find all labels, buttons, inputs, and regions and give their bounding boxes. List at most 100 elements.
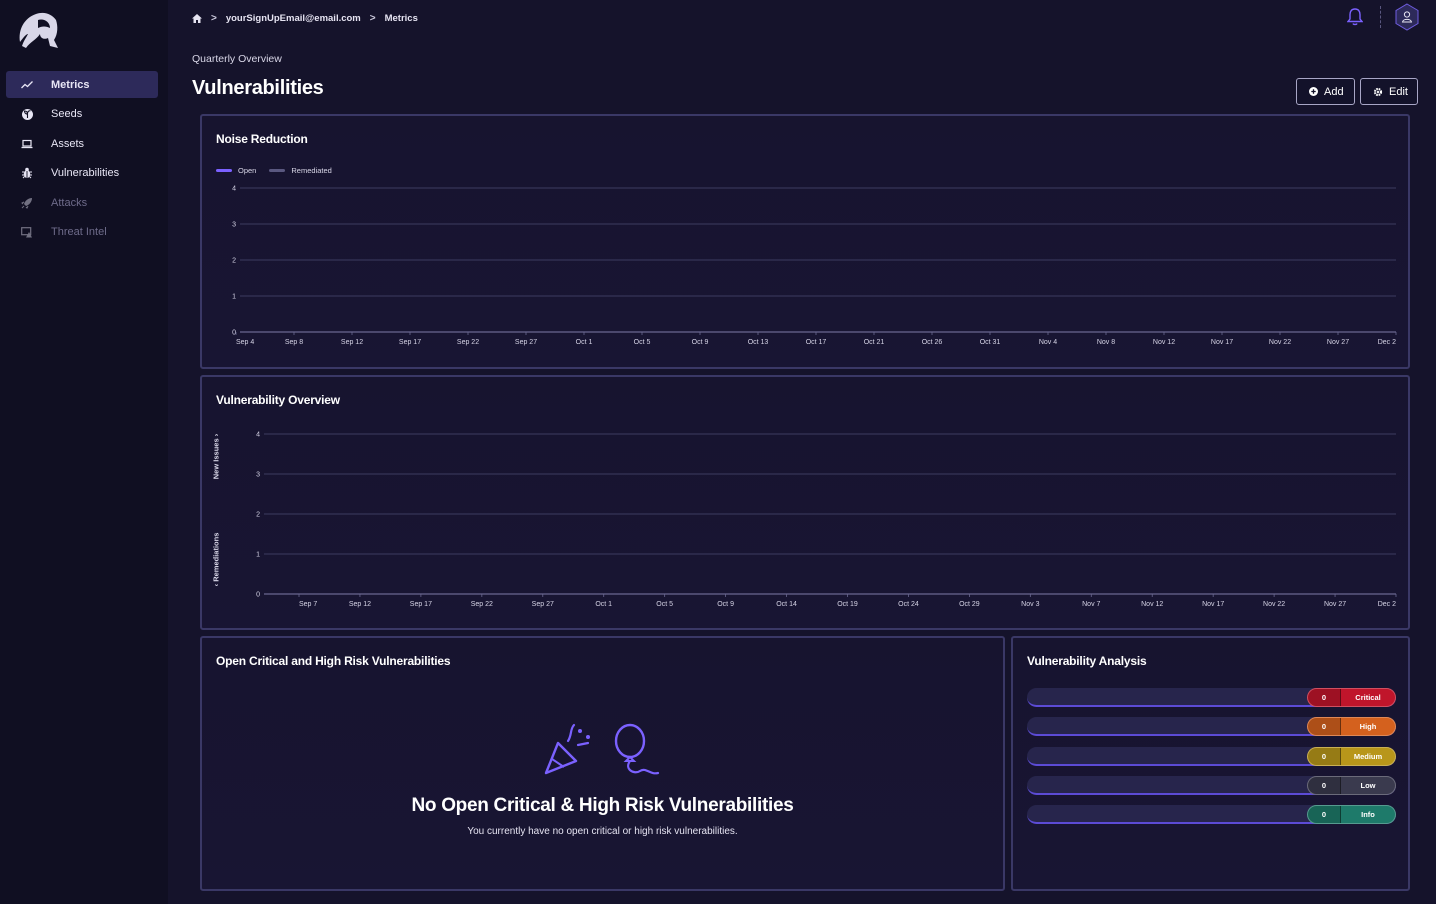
severity-badge: 0 Info bbox=[1307, 805, 1396, 825]
breadcrumb-separator: > bbox=[369, 12, 376, 24]
x-tick-label: Oct 14 bbox=[776, 601, 797, 608]
trend-line-icon bbox=[20, 78, 34, 92]
x-tick-label: Nov 12 bbox=[1141, 601, 1163, 608]
analysis-row-medium[interactable]: 0 Medium bbox=[1027, 746, 1396, 766]
celebration-icon bbox=[542, 723, 662, 783]
x-tick-label: Nov 12 bbox=[1153, 339, 1175, 346]
y-tick-label: 1 bbox=[256, 552, 260, 559]
sidebar-item-attacks[interactable]: Attacks bbox=[6, 189, 158, 216]
x-tick-label: Sep 17 bbox=[399, 339, 421, 346]
sidebar-item-label: Metrics bbox=[51, 78, 90, 91]
x-tick-label: Sep 7 bbox=[299, 601, 317, 608]
noise-reduction-chart: 0 1 2 3 4 Sep 4 Sep 8 Sep 12 Sep 17 Sep 22 Sep 27 O… bbox=[232, 186, 1397, 346]
x-tick-label: Sep 27 bbox=[515, 339, 537, 346]
laptop-icon bbox=[20, 137, 34, 151]
x-tick-label: Oct 24 bbox=[898, 601, 919, 608]
x-tick-label: Nov 27 bbox=[1324, 601, 1346, 608]
y-tick-label: 4 bbox=[256, 432, 260, 439]
analysis-row-high[interactable]: 0 High bbox=[1027, 717, 1396, 737]
open-critical-high-card: Open Critical and High Risk Vulnerabilit… bbox=[200, 636, 1005, 891]
empty-state-message: You currently have no open critical or h… bbox=[467, 826, 738, 837]
sidebar-item-label: Threat Intel bbox=[51, 226, 107, 238]
severity-label: Info bbox=[1361, 810, 1375, 820]
y-tick-label: 2 bbox=[232, 258, 236, 265]
x-tick-label: Sep 22 bbox=[471, 601, 493, 608]
x-tick-label: Oct 26 bbox=[922, 339, 943, 346]
vulnerability-overview-card: Vulnerability Overview New Issues › ‹ Re… bbox=[200, 375, 1410, 630]
x-tick-label: Oct 5 bbox=[634, 339, 651, 346]
x-tick-label: Nov 27 bbox=[1327, 339, 1349, 346]
brand-logo[interactable] bbox=[14, 10, 60, 52]
user-avatar-icon[interactable] bbox=[1394, 3, 1420, 31]
gear-icon bbox=[1373, 87, 1383, 97]
severity-count: 0 bbox=[1308, 806, 1341, 824]
x-tick-label: Sep 22 bbox=[457, 339, 479, 346]
bell-icon[interactable] bbox=[1344, 4, 1366, 30]
analysis-row-low[interactable]: 0 Low bbox=[1027, 775, 1396, 795]
y-tick-label: 0 bbox=[256, 592, 260, 599]
x-tick-label: Nov 8 bbox=[1097, 339, 1115, 346]
y-tick-label: 4 bbox=[232, 186, 236, 193]
breadcrumb: > yourSignUpEmail@email.com > Metrics bbox=[192, 11, 418, 25]
page-title: Vulnerabilities bbox=[192, 77, 324, 99]
sidebar-item-vulnerabilities[interactable]: Vulnerabilities bbox=[6, 160, 158, 187]
severity-label: Medium bbox=[1353, 751, 1383, 761]
x-tick-label: Sep 12 bbox=[341, 339, 363, 346]
y-tick-label: 1 bbox=[232, 294, 236, 301]
x-tick-label: Oct 9 bbox=[717, 601, 734, 608]
sidebar: Metrics Seeds Assets Vulnerabilities Attacks… bbox=[0, 0, 168, 904]
severity-badge: 0 Medium bbox=[1307, 746, 1396, 766]
analysis-row-critical[interactable]: 0 Critical bbox=[1027, 688, 1396, 707]
add-button-label: Add bbox=[1324, 85, 1344, 98]
breadcrumb-separator: > bbox=[211, 12, 217, 24]
divider bbox=[1380, 6, 1381, 28]
x-tick-label: Oct 29 bbox=[959, 601, 980, 608]
x-tick-label: Sep 12 bbox=[349, 601, 371, 608]
x-tick-label: Oct 1 bbox=[576, 339, 593, 346]
severity-label: Low bbox=[1360, 780, 1376, 790]
x-tick-label: Oct 5 bbox=[656, 601, 673, 608]
bug-icon bbox=[20, 166, 34, 180]
sidebar-item-seeds[interactable]: Seeds bbox=[6, 101, 158, 128]
sidebar-item-assets[interactable]: Assets bbox=[6, 130, 158, 157]
severity-count: 0 bbox=[1308, 776, 1341, 794]
sidebar-item-label: Attacks bbox=[51, 196, 88, 209]
home-icon[interactable] bbox=[192, 13, 202, 23]
x-tick-label: Nov 4 bbox=[1039, 339, 1057, 346]
x-tick-label: Nov 17 bbox=[1211, 339, 1233, 346]
sidebar-item-label: Vulnerabilities bbox=[51, 167, 120, 179]
x-tick-label: Dec 2 bbox=[1378, 339, 1396, 346]
breadcrumb-email[interactable]: yourSignUpEmail@email.com bbox=[226, 13, 361, 24]
threat-intel-icon bbox=[20, 225, 34, 239]
severity-count: 0 bbox=[1308, 718, 1341, 736]
severity-label: High bbox=[1359, 722, 1377, 732]
edit-button-label: Edit bbox=[1389, 85, 1408, 98]
breadcrumb-current: Metrics bbox=[384, 12, 418, 24]
edit-button[interactable]: Edit bbox=[1360, 78, 1418, 105]
sidebar-item-metrics[interactable]: Metrics bbox=[6, 71, 158, 98]
x-tick-label: Nov 22 bbox=[1269, 339, 1291, 346]
analysis-row-info[interactable]: 0 Info bbox=[1027, 805, 1396, 825]
rocket-icon bbox=[20, 196, 34, 210]
severity-count: 0 bbox=[1308, 747, 1341, 765]
x-tick-label: Oct 19 bbox=[837, 601, 858, 608]
x-tick-label: Oct 9 bbox=[692, 339, 709, 346]
add-button[interactable]: Add bbox=[1296, 78, 1355, 105]
x-tick-label: Sep 17 bbox=[410, 601, 432, 608]
severity-label: Critical bbox=[1355, 693, 1381, 702]
x-tick-label: Sep 4 bbox=[236, 339, 254, 346]
page-subtitle: Quarterly Overview bbox=[192, 53, 282, 65]
x-tick-label: Oct 13 bbox=[748, 339, 769, 346]
severity-badge: 0 Low bbox=[1307, 775, 1396, 795]
plus-circle-icon bbox=[1309, 87, 1318, 96]
x-tick-label: Nov 3 bbox=[1021, 601, 1039, 608]
vulnerability-overview-chart: 0 1 2 3 4 Sep 7 Sep 12 Sep 17 Sep 22 Sep 27 Oct 1 O… bbox=[256, 432, 1397, 608]
sidebar-item-label: Assets bbox=[51, 137, 85, 150]
y-tick-label: 3 bbox=[232, 222, 236, 229]
sidebar-item-threat-intel[interactable]: Threat Intel bbox=[6, 219, 158, 246]
x-tick-label: Nov 7 bbox=[1082, 601, 1100, 608]
severity-count: 0 bbox=[1308, 689, 1341, 706]
vulnerability-analysis-card: Vulnerability Analysis 0 Critical 0 High 0 Me… bbox=[1011, 636, 1410, 891]
x-tick-label: Nov 17 bbox=[1202, 601, 1224, 608]
y-tick-label: 2 bbox=[256, 512, 260, 519]
